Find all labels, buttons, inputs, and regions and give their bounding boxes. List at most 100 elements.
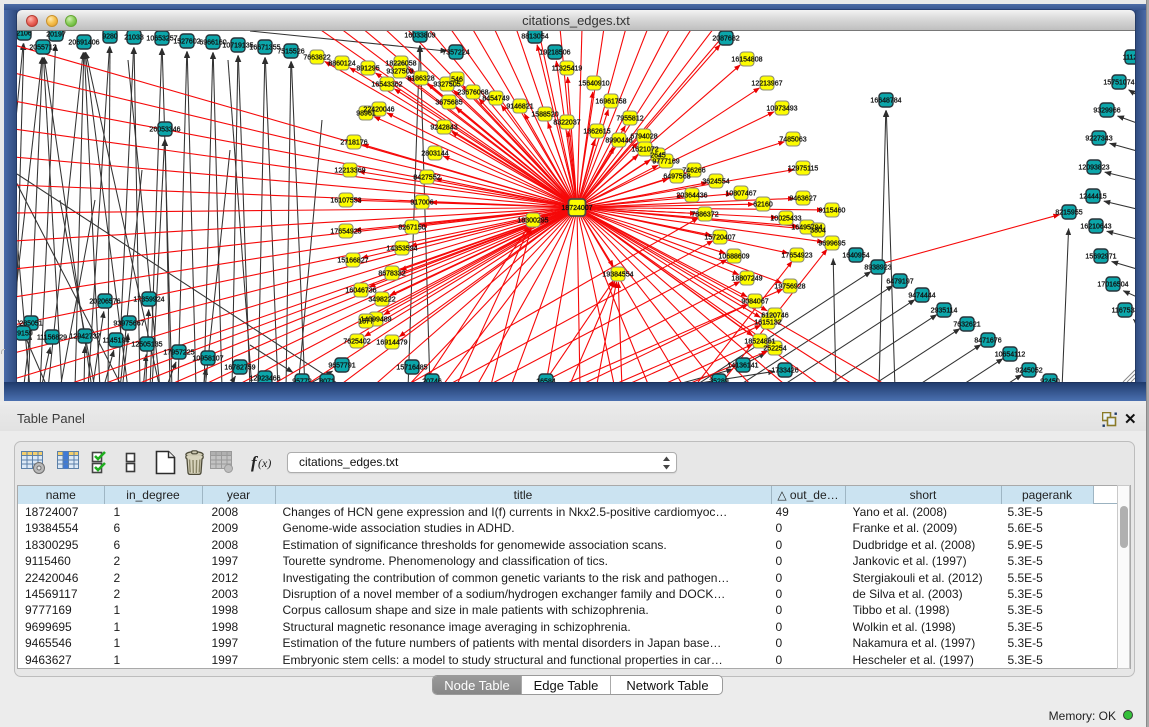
svg-text:7955812: 7955812	[616, 116, 643, 123]
svg-text:16154808: 16154808	[731, 57, 762, 64]
svg-text:2935114: 2935114	[931, 308, 958, 315]
svg-text:15720407: 15720407	[704, 235, 735, 242]
svg-text:18300295: 18300295	[517, 218, 548, 225]
svg-text:6120746: 6120746	[761, 313, 788, 320]
svg-text:9657791: 9657791	[328, 363, 355, 370]
svg-text:9146821: 9146821	[506, 104, 533, 111]
svg-text:2718176: 2718176	[340, 140, 367, 147]
svg-text:8267150: 8267150	[398, 225, 425, 232]
svg-text:15716485: 15716485	[396, 365, 427, 372]
svg-text:9084067: 9084067	[741, 299, 768, 306]
svg-text:8990448: 8990448	[605, 138, 632, 145]
svg-text:8454749: 8454749	[482, 96, 509, 103]
svg-text:2106: 2106	[17, 31, 32, 38]
svg-text:9245052: 9245052	[1015, 368, 1042, 375]
svg-text:7485063: 7485063	[779, 137, 806, 144]
svg-text:16046736: 16046736	[345, 288, 376, 295]
svg-text:12093823: 12093823	[1078, 165, 1109, 172]
svg-text:6794028: 6794028	[630, 134, 657, 141]
svg-text:6497568: 6497568	[663, 174, 690, 181]
svg-text:12213369: 12213369	[334, 168, 365, 175]
svg-text:19756928: 19756928	[774, 284, 805, 291]
svg-text:9777169: 9777169	[652, 159, 679, 166]
svg-text:20746: 20746	[422, 379, 442, 383]
svg-text:8186328: 8186328	[407, 76, 434, 83]
svg-text:10025433: 10025433	[770, 216, 801, 223]
svg-text:16543362: 16543362	[371, 82, 402, 89]
svg-text:9327503: 9327503	[386, 69, 413, 76]
svg-text:1733426: 1733426	[771, 368, 798, 375]
svg-text:6479197: 6479197	[886, 279, 913, 286]
svg-text:9227343: 9227343	[1085, 136, 1112, 143]
svg-text:7886372: 7886372	[691, 212, 718, 219]
svg-text:10807467: 10807467	[725, 191, 756, 198]
svg-text:546: 546	[451, 77, 463, 84]
svg-text:35289: 35289	[709, 379, 729, 383]
svg-text:917006: 917006	[410, 200, 433, 207]
svg-text:93975667: 93975667	[113, 321, 144, 328]
svg-text:16961758: 16961758	[595, 99, 626, 106]
svg-text:8071: 8071	[319, 379, 335, 383]
svg-text:(x): (x)	[258, 456, 271, 470]
svg-text:3624554: 3624554	[702, 179, 729, 186]
svg-text:11156829: 11156829	[37, 335, 67, 342]
svg-text:1577: 1577	[358, 319, 374, 326]
svg-text:15640910: 15640910	[578, 81, 609, 88]
svg-text:17957225: 17957225	[163, 350, 194, 357]
svg-text:8938923: 8938923	[864, 265, 891, 272]
svg-text:7625402: 7625402	[343, 339, 370, 346]
svg-text:12923466: 12923466	[249, 376, 280, 383]
svg-text:16584: 16584	[536, 379, 556, 383]
svg-text:39159: 39159	[17, 331, 33, 338]
svg-text:7515526: 7515526	[277, 49, 304, 56]
svg-text:8860124: 8860124	[328, 61, 355, 68]
svg-text:3675685: 3675685	[435, 100, 462, 107]
svg-text:8427552: 8427552	[413, 175, 440, 182]
svg-text:16782759: 16782759	[224, 365, 255, 372]
svg-text:3498222: 3498222	[368, 297, 395, 304]
svg-text:16648784: 16648784	[870, 98, 901, 105]
svg-text:1527602: 1527602	[173, 39, 200, 46]
svg-text:12213967: 12213967	[751, 81, 782, 88]
svg-text:252254: 252254	[763, 346, 786, 353]
svg-text:11124: 11124	[1123, 55, 1135, 62]
svg-text:18226058: 18226058	[385, 61, 416, 68]
svg-text:92450: 92450	[1040, 379, 1060, 383]
svg-text:8678332: 8678332	[378, 271, 405, 278]
svg-text:3804: 3804	[810, 228, 826, 235]
svg-text:1588520: 1588520	[531, 112, 558, 119]
svg-text:17016504: 17016504	[1097, 282, 1128, 289]
svg-text:9242843: 9242843	[430, 125, 457, 132]
svg-text:19384554: 19384554	[602, 272, 633, 279]
svg-text:2055712: 2055712	[29, 45, 56, 52]
svg-text:285051: 285051	[19, 321, 42, 328]
svg-text:8813054: 8813054	[521, 34, 548, 41]
svg-text:20197: 20197	[46, 32, 66, 39]
svg-text:18724007: 18724007	[561, 205, 592, 212]
svg-text:26053346: 26053346	[149, 127, 180, 134]
svg-text:10958107: 10958107	[192, 356, 223, 363]
svg-text:95772: 95772	[292, 379, 312, 383]
svg-text:1145194: 1145194	[103, 338, 130, 345]
svg-text:20206576: 20206576	[89, 299, 120, 306]
svg-text:16033809: 16033809	[404, 33, 435, 40]
svg-text:62160: 62160	[753, 202, 773, 209]
svg-text:1615132: 1615132	[754, 320, 781, 327]
svg-text:1167533: 1167533	[1112, 308, 1135, 315]
svg-text:20364436: 20364436	[676, 193, 707, 200]
svg-text:19218506: 19218506	[539, 50, 570, 57]
svg-text:17654925: 17654925	[330, 229, 361, 236]
svg-text:14353594: 14353594	[386, 246, 417, 253]
svg-text:1244415: 1244415	[1079, 194, 1106, 201]
svg-text:15692971: 15692971	[1085, 254, 1116, 261]
svg-text:9115460: 9115460	[819, 208, 846, 215]
svg-text:20691406: 20691406	[68, 40, 99, 47]
svg-text:16914479: 16914479	[376, 340, 407, 347]
svg-text:7663822: 7663822	[303, 55, 330, 62]
svg-text:8322037: 8322037	[553, 120, 580, 127]
svg-text:21033: 21033	[124, 35, 144, 42]
svg-text:16107553: 16107553	[330, 198, 361, 205]
svg-text:18524861: 18524861	[744, 339, 775, 346]
svg-text:8215955: 8215955	[1055, 210, 1082, 217]
svg-text:18807249: 18807249	[731, 276, 762, 283]
